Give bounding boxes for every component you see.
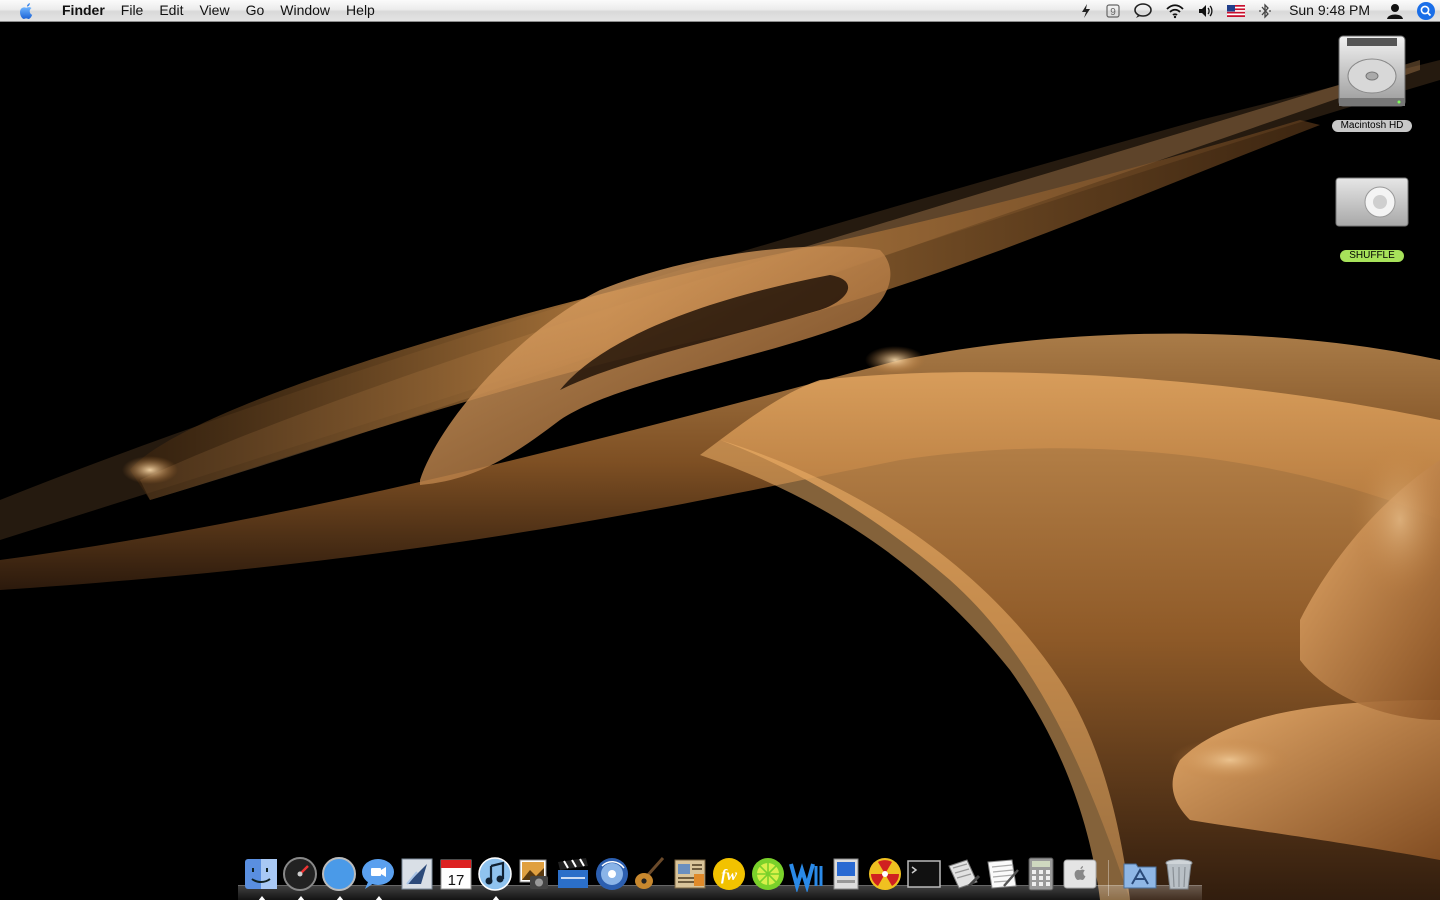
dock-ical[interactable]: 17 — [438, 856, 474, 892]
svg-text:fw: fw — [721, 867, 737, 884]
dock-apple-app[interactable] — [1062, 856, 1098, 892]
dock-trash[interactable] — [1161, 856, 1197, 892]
dock-separator — [1108, 860, 1109, 896]
applications-folder-icon — [1123, 863, 1157, 889]
app-menu-finder[interactable]: Finder — [54, 0, 113, 21]
ical-icon: 17 — [440, 859, 472, 890]
dock-itunes[interactable] — [477, 856, 513, 900]
idvd-icon — [596, 858, 628, 890]
dashboard-icon — [283, 857, 317, 891]
dock-imovie[interactable] — [555, 856, 591, 892]
script-icon[interactable] — [1073, 0, 1099, 21]
menu-file[interactable]: File — [113, 0, 152, 21]
desktop[interactable]: Finder File Edit View Go Window Help 9 S… — [0, 0, 1440, 900]
ichat-status-icon[interactable] — [1127, 0, 1159, 21]
menu-view[interactable]: View — [191, 0, 237, 21]
textedit-icon — [987, 859, 1019, 889]
svg-text:17: 17 — [448, 872, 465, 889]
us-flag-input-icon[interactable] — [1221, 0, 1251, 21]
dock-textedit[interactable] — [984, 856, 1020, 892]
ichat-icon — [362, 859, 394, 889]
burn-app-icon — [869, 858, 901, 890]
dock-limewire[interactable] — [750, 856, 786, 892]
menu-help[interactable]: Help — [338, 0, 383, 21]
dock-ichat[interactable] — [360, 856, 396, 900]
menubar-clock[interactable]: Sun 9:48 PM — [1279, 0, 1380, 21]
safari-icon — [322, 857, 356, 891]
running-indicator — [336, 896, 344, 900]
desktop-icon-macintosh-hd[interactable]: Macintosh HD — [1324, 32, 1420, 132]
running-indicator — [297, 896, 305, 900]
apple-app-icon — [1063, 859, 1097, 889]
limewire-icon — [752, 858, 784, 890]
svg-text:9: 9 — [1110, 7, 1116, 18]
flash-app-icon: fw — [713, 858, 745, 890]
itunes-icon — [478, 857, 512, 891]
dock-terminal[interactable] — [906, 856, 942, 892]
dock-safari[interactable] — [321, 856, 357, 900]
system-profiler-icon — [833, 858, 859, 890]
dock-word-app[interactable] — [789, 856, 825, 892]
desktop-icon-shuffle[interactable]: SHUFFLE — [1324, 176, 1420, 262]
wallpaper-image — [0, 60, 1440, 900]
dock-iweb[interactable] — [672, 856, 708, 892]
volume-icon[interactable] — [1191, 0, 1221, 21]
apple-menu-icon[interactable] — [0, 0, 54, 21]
dock-finder[interactable] — [243, 856, 279, 900]
menu-window[interactable]: Window — [272, 0, 338, 21]
running-indicator — [492, 896, 500, 900]
dock-iphoto[interactable] — [516, 856, 552, 892]
user-icon[interactable] — [1380, 0, 1410, 21]
mail-icon — [401, 858, 433, 890]
dock-system-profiler[interactable] — [828, 856, 864, 892]
dock-dashboard[interactable] — [282, 856, 318, 900]
dock-mail[interactable] — [399, 856, 435, 892]
menu-edit[interactable]: Edit — [151, 0, 191, 21]
menu-go[interactable]: Go — [238, 0, 273, 21]
bluetooth-icon[interactable] — [1251, 0, 1279, 21]
spotlight-icon[interactable] — [1410, 0, 1440, 21]
running-indicator — [375, 896, 383, 900]
terminal-icon — [907, 860, 941, 888]
finder-icon — [245, 859, 277, 889]
dock-calculator[interactable] — [1023, 856, 1059, 892]
hard-drive-icon — [1338, 35, 1406, 107]
calculator-icon — [1028, 857, 1054, 891]
menu-bar: Finder File Edit View Go Window Help 9 S… — [0, 0, 1440, 22]
desktop-icon-label: SHUFFLE — [1340, 250, 1404, 262]
ipod-shuffle-icon — [1335, 177, 1409, 227]
iphoto-icon — [519, 859, 548, 889]
dock-garageband[interactable] — [633, 856, 669, 892]
dock-burn-app[interactable] — [867, 856, 903, 892]
dock-idvd[interactable] — [594, 856, 630, 892]
spaces-icon[interactable]: 9 — [1099, 0, 1127, 21]
dock-flash-app[interactable]: fw — [711, 856, 747, 892]
trash-icon — [1165, 859, 1193, 890]
word-app-icon — [789, 863, 823, 892]
desktop-icon-label: Macintosh HD — [1331, 120, 1413, 132]
script-editor-icon — [948, 859, 981, 889]
dock-applications-folder[interactable] — [1122, 856, 1158, 892]
garageband-icon — [635, 857, 665, 889]
iweb-icon — [674, 859, 706, 889]
dock-script-editor[interactable] — [945, 856, 981, 892]
running-indicator — [258, 896, 266, 900]
dock: 17 fw — [238, 852, 1202, 900]
imovie-icon — [558, 858, 588, 888]
airport-wifi-icon[interactable] — [1159, 0, 1191, 21]
